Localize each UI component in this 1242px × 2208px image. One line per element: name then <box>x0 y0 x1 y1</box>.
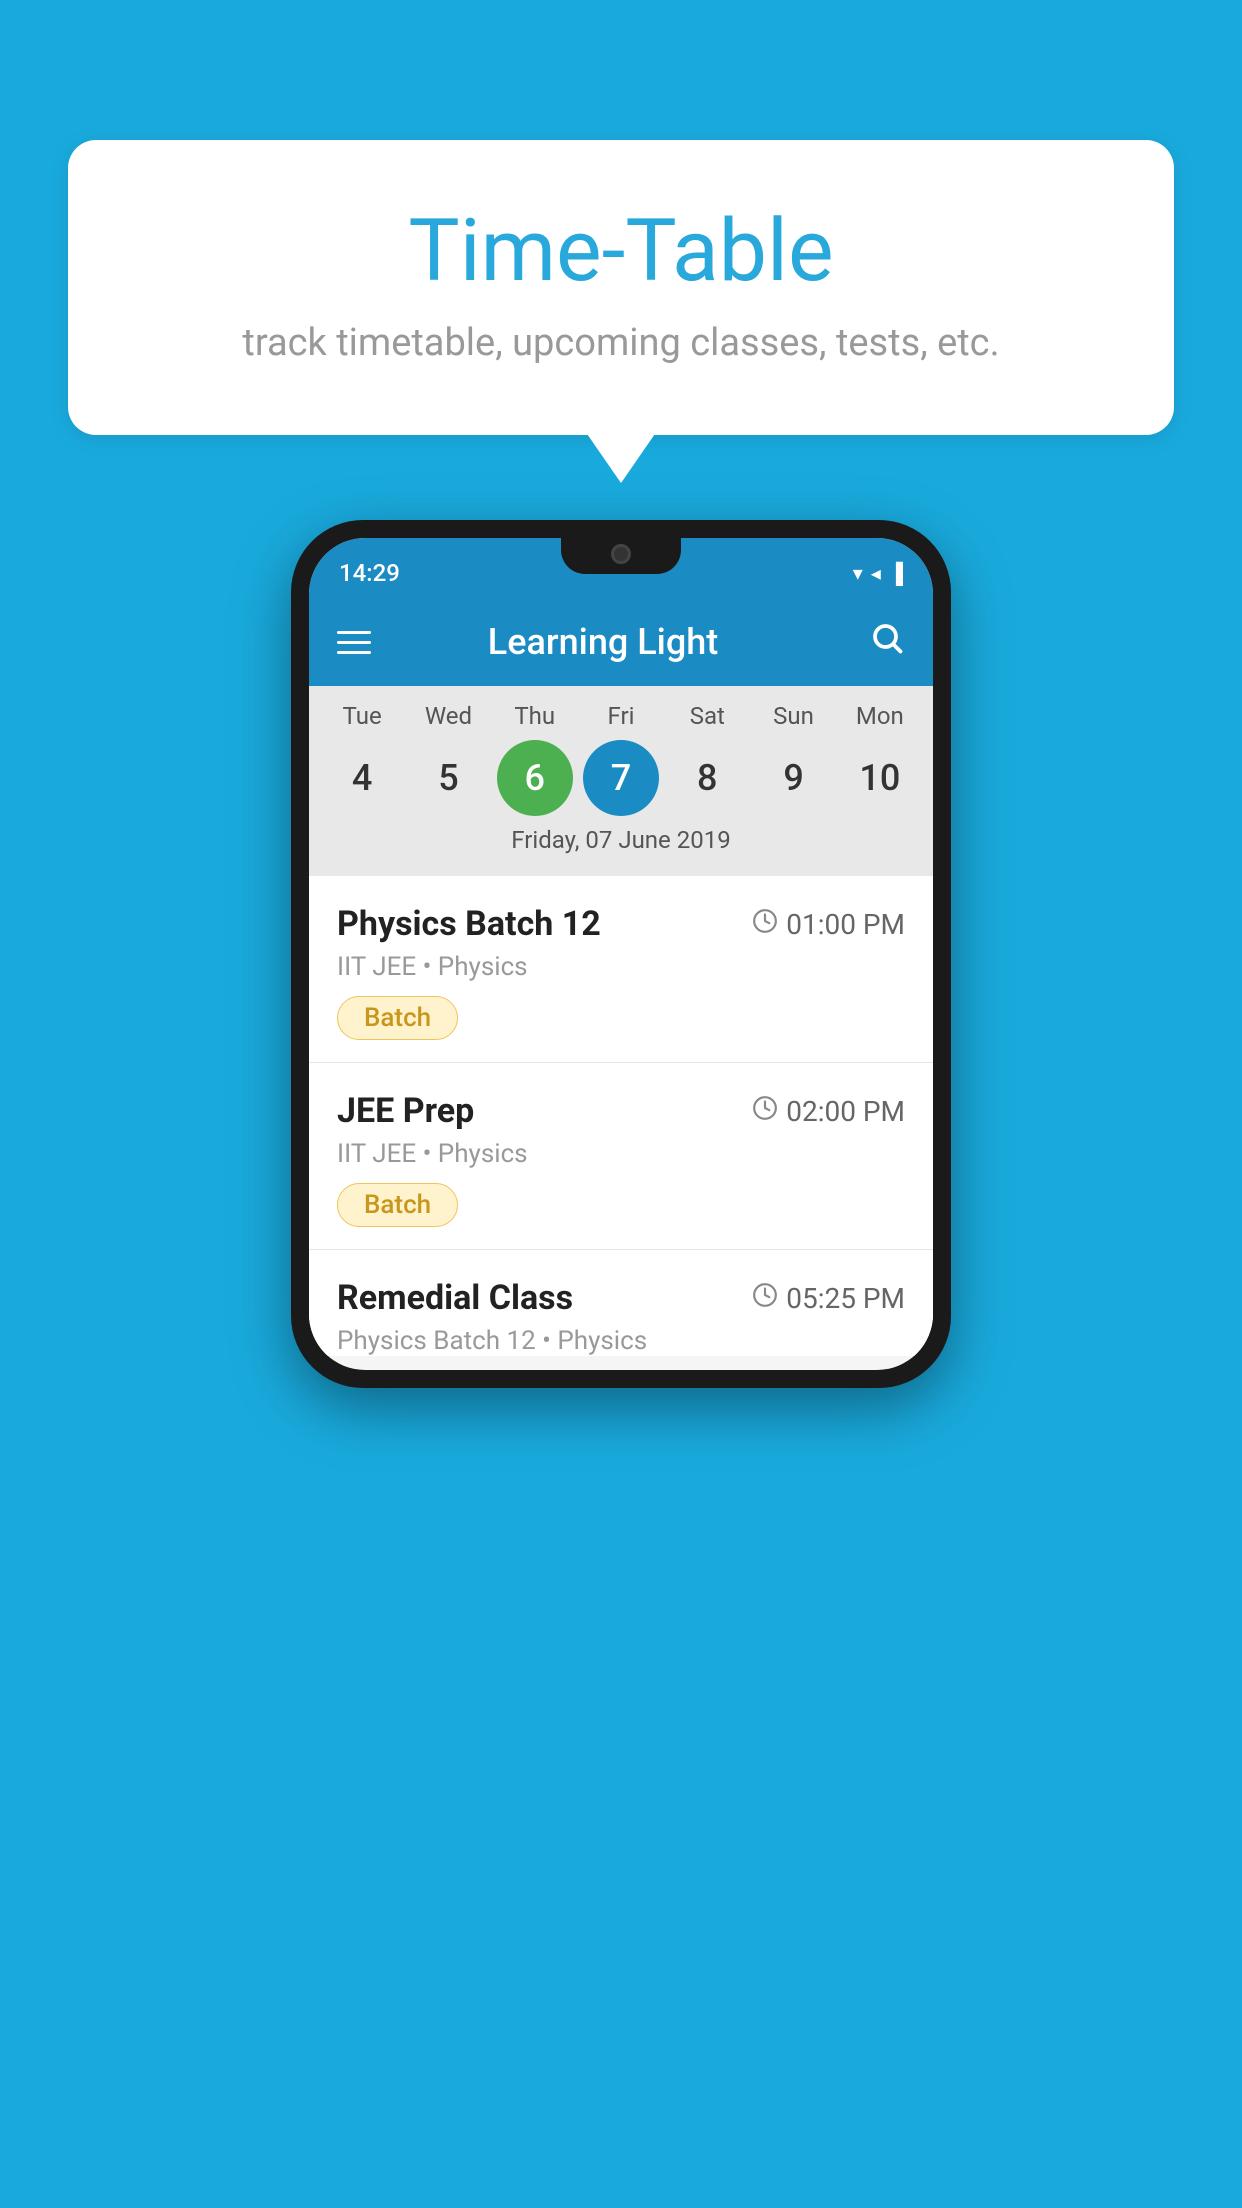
phone-outer: 14:29 ▾ ◂ ▐ Learning Light <box>291 520 951 1388</box>
day-num-6-today[interactable]: 6 <box>497 740 573 816</box>
day-label-tue: Tue <box>324 702 400 730</box>
schedule-item-2[interactable]: JEE Prep 02:00 PM IIT JEE • Physics <box>309 1063 933 1250</box>
bubble-title: Time-Table <box>128 200 1114 301</box>
schedule-time-1: 01:00 PM <box>752 908 905 941</box>
schedule-title-1: Physics Batch 12 <box>337 904 601 944</box>
status-icons: ▾ ◂ ▐ <box>853 561 903 586</box>
day-label-mon: Mon <box>842 702 918 730</box>
bubble-subtitle: track timetable, upcoming classes, tests… <box>128 321 1114 365</box>
calendar-strip: Tue Wed Thu Fri Sat Sun Mon 4 5 6 7 8 9 … <box>309 686 933 876</box>
schedule-list: Physics Batch 12 01:00 PM IIT JEE • P <box>309 876 933 1356</box>
schedule-title-3: Remedial Class <box>337 1278 573 1318</box>
schedule-item-3-header: Remedial Class 05:25 PM <box>337 1278 905 1318</box>
clock-icon-3 <box>752 1282 778 1315</box>
signal-icon: ◂ <box>871 561 881 585</box>
day-numbers: 4 5 6 7 8 9 10 <box>309 740 933 816</box>
clock-icon-1 <box>752 908 778 941</box>
schedule-subtitle-1: IIT JEE • Physics <box>337 952 905 982</box>
schedule-item-3[interactable]: Remedial Class 05:25 PM Physics Batch <box>309 1250 933 1356</box>
schedule-item-1-header: Physics Batch 12 01:00 PM <box>337 904 905 944</box>
schedule-time-text-2: 02:00 PM <box>786 1095 905 1128</box>
day-num-9[interactable]: 9 <box>756 740 832 816</box>
day-label-sat: Sat <box>669 702 745 730</box>
speech-bubble: Time-Table track timetable, upcoming cla… <box>68 140 1174 435</box>
day-num-10[interactable]: 10 <box>842 740 918 816</box>
day-num-4[interactable]: 4 <box>324 740 400 816</box>
phone-notch <box>561 538 681 574</box>
day-num-5[interactable]: 5 <box>410 740 486 816</box>
phone-camera <box>611 544 631 564</box>
app-title: Learning Light <box>395 621 811 663</box>
day-label-sun: Sun <box>756 702 832 730</box>
search-button[interactable] <box>869 620 905 665</box>
clock-icon-2 <box>752 1095 778 1128</box>
schedule-item-1[interactable]: Physics Batch 12 01:00 PM IIT JEE • P <box>309 876 933 1063</box>
day-headers: Tue Wed Thu Fri Sat Sun Mon <box>309 702 933 730</box>
day-label-thu: Thu <box>497 702 573 730</box>
speech-bubble-section: Time-Table track timetable, upcoming cla… <box>68 140 1174 435</box>
schedule-time-2: 02:00 PM <box>752 1095 905 1128</box>
batch-badge-1: Batch <box>337 996 458 1040</box>
day-label-wed: Wed <box>410 702 486 730</box>
schedule-subtitle-3: Physics Batch 12 • Physics <box>337 1326 905 1356</box>
schedule-item-2-header: JEE Prep 02:00 PM <box>337 1091 905 1131</box>
calendar-date-label: Friday, 07 June 2019 <box>309 816 933 868</box>
schedule-time-text-1: 01:00 PM <box>786 908 905 941</box>
app-bar: Learning Light <box>309 598 933 686</box>
status-time: 14:29 <box>339 559 400 587</box>
schedule-time-text-3: 05:25 PM <box>786 1282 905 1315</box>
phone-mockup: 14:29 ▾ ◂ ▐ Learning Light <box>291 520 951 1388</box>
wifi-icon: ▾ <box>853 561 863 585</box>
batch-badge-2: Batch <box>337 1183 458 1227</box>
day-num-7-selected[interactable]: 7 <box>583 740 659 816</box>
schedule-time-3: 05:25 PM <box>752 1282 905 1315</box>
schedule-subtitle-2: IIT JEE • Physics <box>337 1139 905 1169</box>
schedule-title-2: JEE Prep <box>337 1091 474 1131</box>
menu-icon[interactable] <box>337 631 371 654</box>
day-label-fri: Fri <box>583 702 659 730</box>
battery-icon: ▐ <box>889 561 903 586</box>
day-num-8[interactable]: 8 <box>669 740 745 816</box>
phone-screen: 14:29 ▾ ◂ ▐ Learning Light <box>309 538 933 1370</box>
